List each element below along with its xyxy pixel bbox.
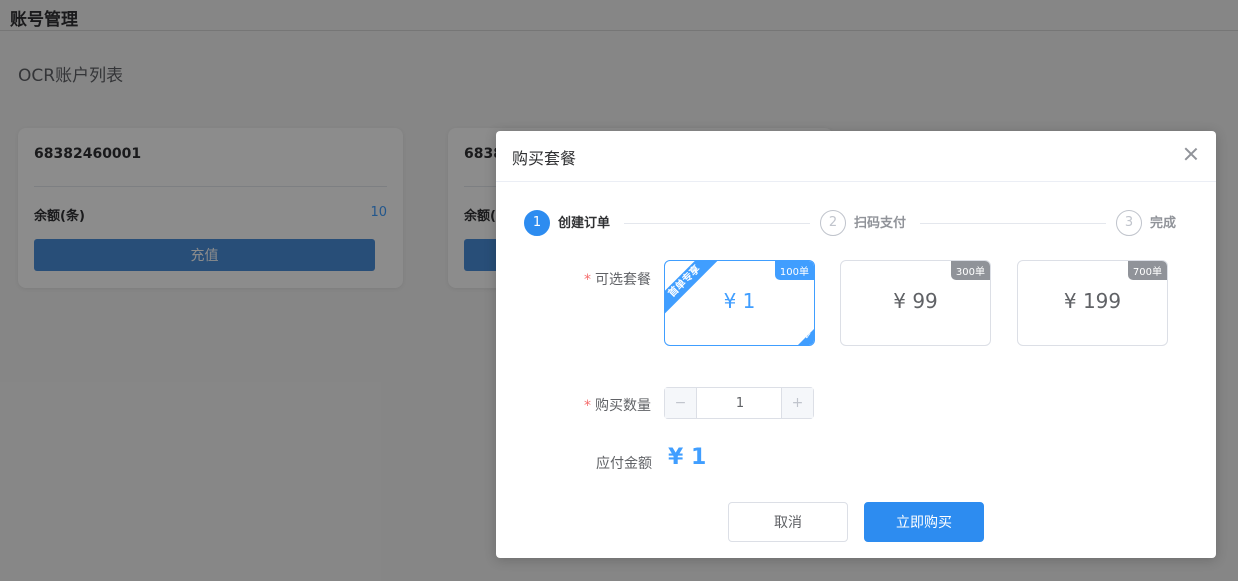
close-icon[interactable] (1182, 145, 1200, 163)
buy-now-button[interactable]: 立即购买 (864, 502, 984, 542)
package-label: * 可选套餐 (584, 272, 651, 288)
required-mark: * (584, 272, 591, 288)
step-number: 2 (820, 210, 846, 236)
step-connector (920, 223, 1106, 224)
check-icon: ✓ (798, 329, 814, 345)
quantity-input[interactable] (698, 388, 782, 418)
package-price: ¥ 99 (893, 289, 938, 313)
step-number: 3 (1116, 210, 1142, 236)
package-price: ¥ 1 (723, 289, 756, 313)
quantity-stepper: − + (664, 387, 814, 419)
package-badge: 300单 (950, 261, 990, 280)
package-badge: 700单 (1127, 261, 1167, 280)
cancel-button[interactable]: 取消 (728, 502, 848, 542)
step-number: 1 (524, 210, 550, 236)
increase-button[interactable]: + (781, 388, 813, 418)
purchase-dialog: 购买套餐 1 创建订单 2 扫码支付 3 完成 * 可选套餐 首单专享 100单 … (496, 131, 1216, 558)
decrease-button[interactable]: − (665, 388, 697, 418)
step-label: 创建订单 (558, 216, 611, 231)
quantity-label: * 购买数量 (584, 398, 651, 414)
package-option-1[interactable]: 首单专享 100单 ¥ 1 ✓ (664, 260, 815, 346)
dialog-title: 购买套餐 (512, 149, 577, 168)
step-label: 扫码支付 (854, 216, 907, 231)
total-label: 应付金额 (596, 456, 652, 472)
package-badge: 100单 (774, 261, 814, 280)
step-label: 完成 (1150, 216, 1177, 231)
dialog-header: 购买套餐 (496, 131, 1216, 182)
total-amount: ¥ 1 (668, 445, 707, 470)
package-option-2[interactable]: 300单 ¥ 99 (840, 260, 991, 346)
step-connector (624, 223, 810, 224)
package-price: ¥ 199 (1063, 289, 1122, 313)
package-option-3[interactable]: 700单 ¥ 199 (1017, 260, 1168, 346)
required-mark: * (584, 398, 591, 414)
